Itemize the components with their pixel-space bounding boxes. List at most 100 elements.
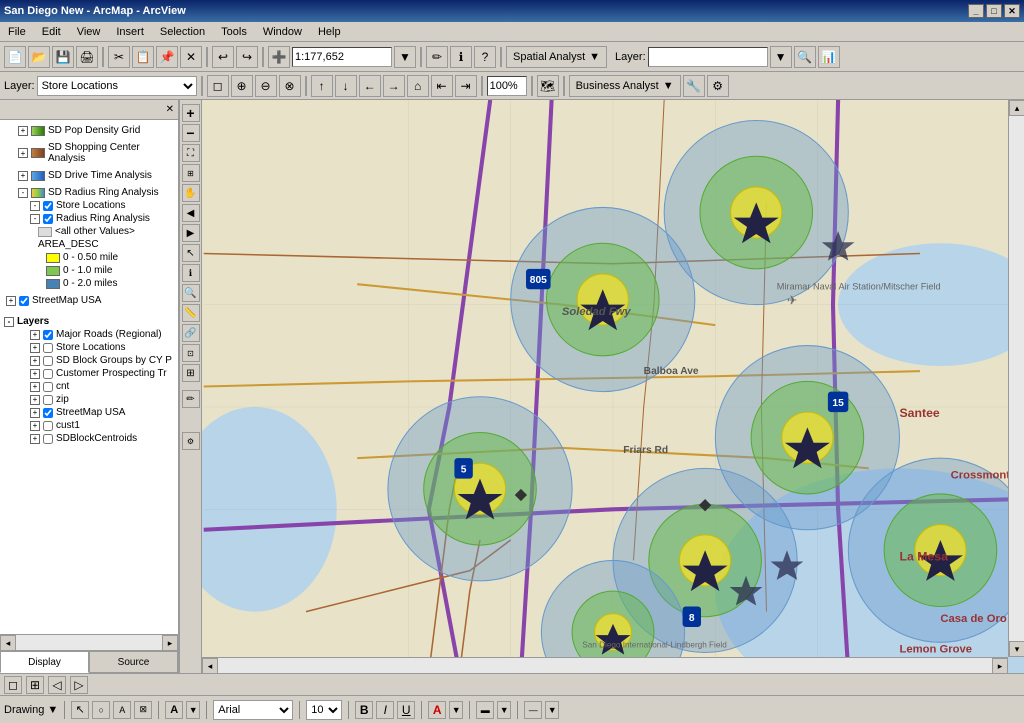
layer-tool2[interactable]: 📊 xyxy=(818,46,840,68)
checkbox-sdblock[interactable] xyxy=(43,434,53,444)
text-color-arrow2[interactable]: ▼ xyxy=(449,701,463,719)
checkbox-zip[interactable] xyxy=(43,395,53,405)
ba-tool1[interactable]: 🔧 xyxy=(683,75,705,97)
toc-scroll-left[interactable]: ◂ xyxy=(0,635,16,651)
spatial-analyst-dropdown[interactable]: Spatial Analyst ▼ xyxy=(506,46,607,68)
scroll-v-track[interactable] xyxy=(1009,116,1024,641)
zoom-full-btn[interactable]: ⛶ xyxy=(182,144,200,162)
fill-color-arrow[interactable]: ▼ xyxy=(497,701,511,719)
nav-btn4[interactable]: → xyxy=(383,75,405,97)
scroll-left-btn[interactable]: ◂ xyxy=(202,658,218,673)
map-status-btn3[interactable]: ◁ xyxy=(48,676,66,694)
menu-view[interactable]: View xyxy=(73,24,105,40)
tab-source[interactable]: Source xyxy=(89,651,178,673)
expand-block-groups[interactable]: + xyxy=(30,356,40,366)
expand-layers[interactable]: - xyxy=(4,317,14,327)
select-btn4[interactable]: ⊗ xyxy=(279,75,301,97)
draw-btn1[interactable]: ○ xyxy=(92,701,110,719)
nav-btn7[interactable]: ⇥ xyxy=(455,75,477,97)
map-viewport[interactable]: 805 5 8 15 Soledad Fwy Balboa Ave Friars… xyxy=(202,100,1024,673)
add-data-button[interactable]: ➕ xyxy=(268,46,290,68)
close-button[interactable]: ✕ xyxy=(1004,4,1020,18)
checkbox-radius-ring-child[interactable] xyxy=(43,214,53,224)
data-frame-btn[interactable]: ⊡ xyxy=(182,344,200,362)
line-color-arrow[interactable]: ▼ xyxy=(545,701,559,719)
select-btn1[interactable]: ◻ xyxy=(207,75,229,97)
font-color-arrow[interactable]: ▼ xyxy=(186,701,200,719)
zoom-in-btn[interactable]: + xyxy=(182,104,200,122)
print-button[interactable]: 🖨 xyxy=(76,46,98,68)
redo-button[interactable]: ↪ xyxy=(236,46,258,68)
save-button[interactable]: 💾 xyxy=(52,46,74,68)
select-features-btn[interactable]: ↖ xyxy=(182,244,200,262)
checkbox-block-groups[interactable] xyxy=(43,356,53,366)
menu-insert[interactable]: Insert xyxy=(112,24,148,40)
nav-btn5[interactable]: ⌂ xyxy=(407,75,429,97)
toc-close-button[interactable]: ✕ xyxy=(166,104,174,115)
find-btn[interactable]: 🔍 xyxy=(182,284,200,302)
fill-color-btn[interactable]: ▬ xyxy=(476,701,494,719)
undo-button[interactable]: ↩ xyxy=(212,46,234,68)
identify-tool[interactable]: ℹ xyxy=(450,46,472,68)
delete-button[interactable]: ✕ xyxy=(180,46,202,68)
scale-dropdown[interactable]: ▼ xyxy=(394,46,416,68)
expand-radius-ring[interactable]: - xyxy=(18,188,28,198)
italic-button[interactable]: I xyxy=(376,701,394,719)
expand-shopping[interactable]: + xyxy=(18,148,28,158)
menu-window[interactable]: Window xyxy=(259,24,306,40)
scroll-down-btn[interactable]: ▾ xyxy=(1009,641,1024,657)
scroll-right-btn[interactable]: ▸ xyxy=(992,658,1008,673)
open-button[interactable]: 📂 xyxy=(28,46,50,68)
table-btn[interactable]: ⊞ xyxy=(182,364,200,382)
scale-input[interactable]: 1:177,652 xyxy=(292,47,392,67)
tab-display[interactable]: Display xyxy=(0,651,89,673)
forward-btn[interactable]: ▶ xyxy=(182,224,200,242)
map-status-btn4[interactable]: ▷ xyxy=(70,676,88,694)
checkbox-customer-prospecting[interactable] xyxy=(43,369,53,379)
expand-radius-ring-child[interactable]: - xyxy=(30,214,40,224)
underline-button[interactable]: U xyxy=(397,701,415,719)
nav-btn1[interactable]: ↑ xyxy=(311,75,333,97)
checkbox-cnt[interactable] xyxy=(43,382,53,392)
zoom-out-btn[interactable]: − xyxy=(182,124,200,142)
scroll-h-track[interactable] xyxy=(218,658,992,673)
zoom-input[interactable] xyxy=(487,76,527,96)
checkbox-streetmap-layers[interactable] xyxy=(43,408,53,418)
checkbox-major-roads[interactable] xyxy=(43,330,53,340)
checkbox-layers-store[interactable] xyxy=(43,343,53,353)
identify-btn[interactable]: ℹ xyxy=(182,264,200,282)
menu-edit[interactable]: Edit xyxy=(38,24,65,40)
bold-button[interactable]: B xyxy=(355,701,373,719)
select-btn3[interactable]: ⊖ xyxy=(255,75,277,97)
nav-btn2[interactable]: ↓ xyxy=(335,75,357,97)
font-size-select[interactable]: 10 xyxy=(306,700,342,720)
checkbox-streetmap[interactable] xyxy=(19,296,29,306)
expand-streetmap[interactable]: + xyxy=(6,296,16,306)
help-tool[interactable]: ? xyxy=(474,46,496,68)
expand-layers-store[interactable]: + xyxy=(30,343,40,353)
back-btn[interactable]: ◀ xyxy=(182,204,200,222)
minimize-button[interactable]: _ xyxy=(968,4,984,18)
expand-cust1[interactable]: + xyxy=(30,421,40,431)
toc-scroll-right[interactable]: ▸ xyxy=(162,635,178,651)
layer2-select[interactable]: Store Locations xyxy=(37,76,197,96)
line-color-btn[interactable]: — xyxy=(524,701,542,719)
scroll-up-btn[interactable]: ▴ xyxy=(1009,100,1024,116)
new-button[interactable]: 📄 xyxy=(4,46,26,68)
draw-btn3[interactable]: ⊠ xyxy=(134,701,152,719)
expand-sdblock[interactable]: + xyxy=(30,434,40,444)
extra-btn[interactable]: ⚙ xyxy=(182,432,200,450)
menu-tools[interactable]: Tools xyxy=(217,24,251,40)
hyperlink-btn[interactable]: 🔗 xyxy=(182,324,200,342)
business-analyst-dropdown[interactable]: Business Analyst ▼ xyxy=(569,75,681,97)
paste-button[interactable]: 📌 xyxy=(156,46,178,68)
nav-btn3[interactable]: ← xyxy=(359,75,381,97)
map-status-btn1[interactable]: ◻ xyxy=(4,676,22,694)
expand-customer-prospecting[interactable]: + xyxy=(30,369,40,379)
sketch-btn[interactable]: ✏ xyxy=(182,390,200,408)
menu-help[interactable]: Help xyxy=(314,24,345,40)
overview-btn[interactable]: 🗺 xyxy=(537,75,559,97)
checkbox-store-locations[interactable] xyxy=(43,201,53,211)
map-status-btn2[interactable]: ⊞ xyxy=(26,676,44,694)
expand-store-locations[interactable]: - xyxy=(30,201,40,211)
